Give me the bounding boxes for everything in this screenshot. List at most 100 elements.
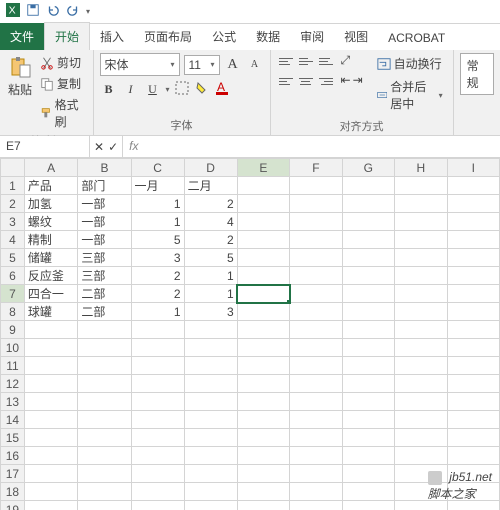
cell-A14[interactable]: [24, 411, 78, 429]
cell-H4[interactable]: [395, 231, 448, 249]
orientation-button[interactable]: ⤢: [341, 53, 351, 69]
cell-A15[interactable]: [24, 429, 78, 447]
cell-F15[interactable]: [290, 429, 342, 447]
cell-F10[interactable]: [290, 339, 342, 357]
row-header-19[interactable]: 19: [1, 501, 25, 510]
cell-E19[interactable]: [237, 501, 289, 510]
cell-E2[interactable]: [237, 195, 289, 213]
cell-C6[interactable]: 2: [131, 267, 184, 285]
align-right-button[interactable]: [317, 73, 335, 89]
font-name-combo[interactable]: 宋体▾: [100, 53, 180, 76]
cell-C12[interactable]: [131, 375, 184, 393]
cell-C9[interactable]: [131, 321, 184, 339]
italic-button[interactable]: I: [122, 81, 140, 99]
cell-D15[interactable]: [184, 429, 237, 447]
cell-B3[interactable]: 一部: [78, 213, 131, 231]
row-header-14[interactable]: 14: [1, 411, 25, 429]
cell-G4[interactable]: [342, 231, 395, 249]
row-header-16[interactable]: 16: [1, 447, 25, 465]
redo-icon[interactable]: [66, 3, 80, 20]
cell-C8[interactable]: 1: [131, 303, 184, 321]
row-header-11[interactable]: 11: [1, 357, 25, 375]
cell-F11[interactable]: [290, 357, 342, 375]
tab-page-layout[interactable]: 页面布局: [134, 23, 202, 50]
cell-C16[interactable]: [131, 447, 184, 465]
cell-E18[interactable]: [237, 483, 289, 501]
cell-I15[interactable]: [447, 429, 499, 447]
cell-E7[interactable]: [237, 285, 289, 303]
cell-D9[interactable]: [184, 321, 237, 339]
cell-D2[interactable]: 2: [184, 195, 237, 213]
cell-D12[interactable]: [184, 375, 237, 393]
cell-B2[interactable]: 一部: [78, 195, 131, 213]
cell-G7[interactable]: [342, 285, 395, 303]
cell-B9[interactable]: [78, 321, 131, 339]
cell-F17[interactable]: [290, 465, 342, 483]
cell-F4[interactable]: [290, 231, 342, 249]
cell-E9[interactable]: [237, 321, 289, 339]
cell-I11[interactable]: [447, 357, 499, 375]
qat-customize-icon[interactable]: ▾: [86, 7, 90, 16]
bold-button[interactable]: B: [100, 81, 118, 99]
cell-A3[interactable]: 螺纹: [24, 213, 78, 231]
column-header-H[interactable]: H: [395, 159, 448, 177]
number-format-combo[interactable]: 常规: [460, 53, 494, 95]
cell-D13[interactable]: [184, 393, 237, 411]
cell-C4[interactable]: 5: [131, 231, 184, 249]
row-header-12[interactable]: 12: [1, 375, 25, 393]
cell-B1[interactable]: 部门: [78, 177, 131, 195]
cell-B5[interactable]: 三部: [78, 249, 131, 267]
underline-button[interactable]: U: [144, 81, 162, 99]
column-header-C[interactable]: C: [131, 159, 184, 177]
cell-E13[interactable]: [237, 393, 289, 411]
cell-G6[interactable]: [342, 267, 395, 285]
row-header-15[interactable]: 15: [1, 429, 25, 447]
cell-E15[interactable]: [237, 429, 289, 447]
column-header-E[interactable]: E: [237, 159, 289, 177]
cell-I4[interactable]: [447, 231, 499, 249]
cell-E16[interactable]: [237, 447, 289, 465]
tab-formula[interactable]: 公式: [202, 23, 246, 50]
cell-C19[interactable]: [131, 501, 184, 510]
cell-G5[interactable]: [342, 249, 395, 267]
grow-font-button[interactable]: A: [224, 56, 242, 74]
cell-D5[interactable]: 5: [184, 249, 237, 267]
cell-B16[interactable]: [78, 447, 131, 465]
cell-E11[interactable]: [237, 357, 289, 375]
cell-B14[interactable]: [78, 411, 131, 429]
tab-review[interactable]: 审阅: [290, 23, 334, 50]
cell-C18[interactable]: [131, 483, 184, 501]
cell-G12[interactable]: [342, 375, 395, 393]
name-box[interactable]: E7: [0, 136, 90, 157]
cell-C7[interactable]: 2: [131, 285, 184, 303]
cell-I2[interactable]: [447, 195, 499, 213]
cell-E12[interactable]: [237, 375, 289, 393]
copy-button[interactable]: 复制: [38, 74, 87, 93]
cell-E6[interactable]: [237, 267, 289, 285]
select-all-corner[interactable]: [1, 159, 25, 177]
cell-G3[interactable]: [342, 213, 395, 231]
align-center-button[interactable]: [297, 73, 315, 89]
cell-H16[interactable]: [395, 447, 448, 465]
cell-F16[interactable]: [290, 447, 342, 465]
column-header-A[interactable]: A: [24, 159, 78, 177]
cell-A11[interactable]: [24, 357, 78, 375]
cell-D11[interactable]: [184, 357, 237, 375]
cell-F5[interactable]: [290, 249, 342, 267]
cell-G8[interactable]: [342, 303, 395, 321]
cell-B13[interactable]: [78, 393, 131, 411]
cell-I6[interactable]: [447, 267, 499, 285]
cell-I10[interactable]: [447, 339, 499, 357]
cell-C5[interactable]: 3: [131, 249, 184, 267]
row-header-13[interactable]: 13: [1, 393, 25, 411]
cell-B17[interactable]: [78, 465, 131, 483]
cell-I13[interactable]: [447, 393, 499, 411]
cell-G11[interactable]: [342, 357, 395, 375]
cell-D8[interactable]: 3: [184, 303, 237, 321]
fill-color-button[interactable]: [194, 80, 210, 99]
cell-A17[interactable]: [24, 465, 78, 483]
cell-A9[interactable]: [24, 321, 78, 339]
cell-E14[interactable]: [237, 411, 289, 429]
cut-button[interactable]: 剪切: [38, 53, 87, 72]
cell-D1[interactable]: 二月: [184, 177, 237, 195]
